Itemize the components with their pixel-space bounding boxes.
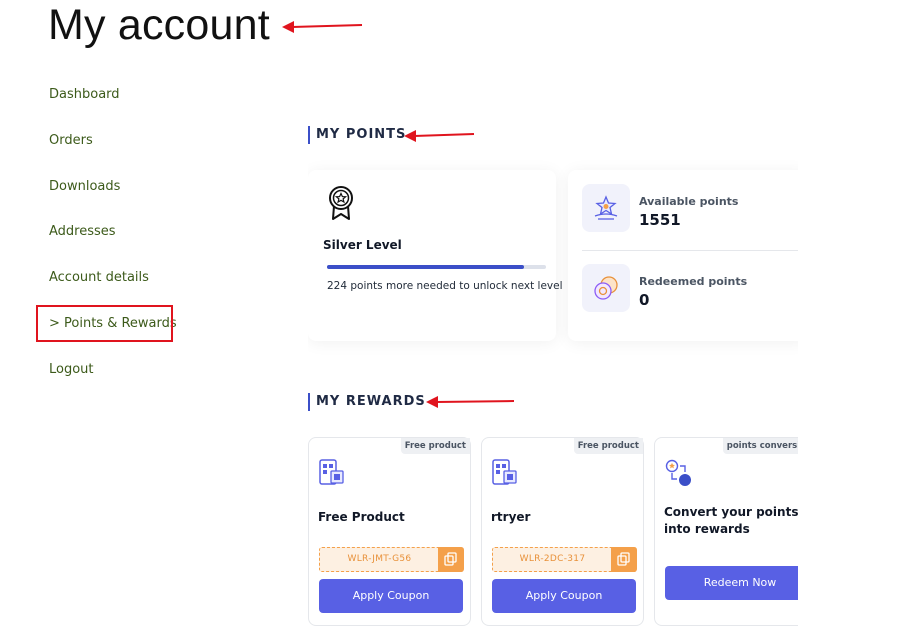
nav-item-addresses[interactable]: Addresses [49, 224, 177, 244]
reward-type-badge: Free product [573, 438, 643, 454]
product-gift-icon [492, 459, 518, 491]
copy-coupon-button[interactable] [611, 547, 637, 572]
coupon-code[interactable]: WLR-2DC-317 [493, 548, 612, 571]
reward-type-badge: Free product [400, 438, 470, 454]
conversion-icon [665, 459, 693, 491]
points-summary-card: Available points 1551 Redeemed points 0 [568, 170, 798, 341]
redeemed-points-value: 0 [639, 291, 650, 309]
reward-name: Convert your points into rewards [664, 505, 798, 536]
reward-type-badge: points conversion [722, 438, 798, 454]
account-nav: Dashboard Orders Downloads Addresses Acc… [36, 87, 177, 408]
level-progress-note: 224 points more needed to unlock next le… [327, 280, 563, 292]
level-progress-bar [327, 265, 546, 269]
redeemed-points-label: Redeemed points [639, 275, 748, 288]
level-card: Silver Level 224 points more needed to u… [308, 170, 563, 341]
apply-coupon-button[interactable]: Apply Coupon [319, 579, 463, 613]
annotation-arrow-title [282, 20, 364, 34]
nav-item-orders[interactable]: Orders [49, 133, 177, 153]
product-gift-icon [319, 459, 345, 491]
nav-item-downloads[interactable]: Downloads [49, 179, 177, 199]
available-points-value: 1551 [639, 211, 681, 229]
redeem-now-button[interactable]: Redeem Now [665, 566, 798, 600]
my-points-heading: MY POINTS [308, 126, 406, 144]
nav-item-dashboard[interactable]: Dashboard [49, 87, 177, 107]
coupon-code-box: WLR-2DC-317 [492, 547, 637, 572]
reward-name: rtryer [491, 510, 531, 524]
available-points-row: Available points 1551 [582, 184, 798, 234]
level-progress-fill [327, 265, 525, 269]
reward-card: Free product Free Product WLR-JMT-G56 Ap… [308, 437, 471, 626]
copy-coupon-button[interactable] [438, 547, 464, 572]
award-badge-icon [327, 185, 355, 221]
points-rewards-content: MY POINTS Silver Level 224 points more n… [308, 110, 798, 630]
coupon-code[interactable]: WLR-JMT-G56 [320, 548, 439, 571]
annotation-highlight-box [36, 305, 173, 342]
nav-item-account-details[interactable]: Account details [49, 270, 177, 290]
my-rewards-heading: MY REWARDS [308, 393, 426, 411]
reward-card: Free product rtryer WLR-2DC-317 Apply Co… [481, 437, 644, 626]
level-name: Silver Level [323, 238, 402, 252]
coupon-code-box: WLR-JMT-G56 [319, 547, 464, 572]
redeemed-points-row: Redeemed points 0 [582, 264, 798, 314]
page-title: My account [48, 1, 270, 49]
divider [582, 250, 798, 251]
coins-icon [582, 264, 630, 312]
level-up-icon [582, 184, 630, 232]
reward-card: points conversion Convert your points in… [654, 437, 798, 626]
available-points-label: Available points [639, 195, 739, 208]
reward-name: Free Product [318, 510, 405, 524]
nav-item-logout[interactable]: Logout [49, 362, 177, 382]
apply-coupon-button[interactable]: Apply Coupon [492, 579, 636, 613]
